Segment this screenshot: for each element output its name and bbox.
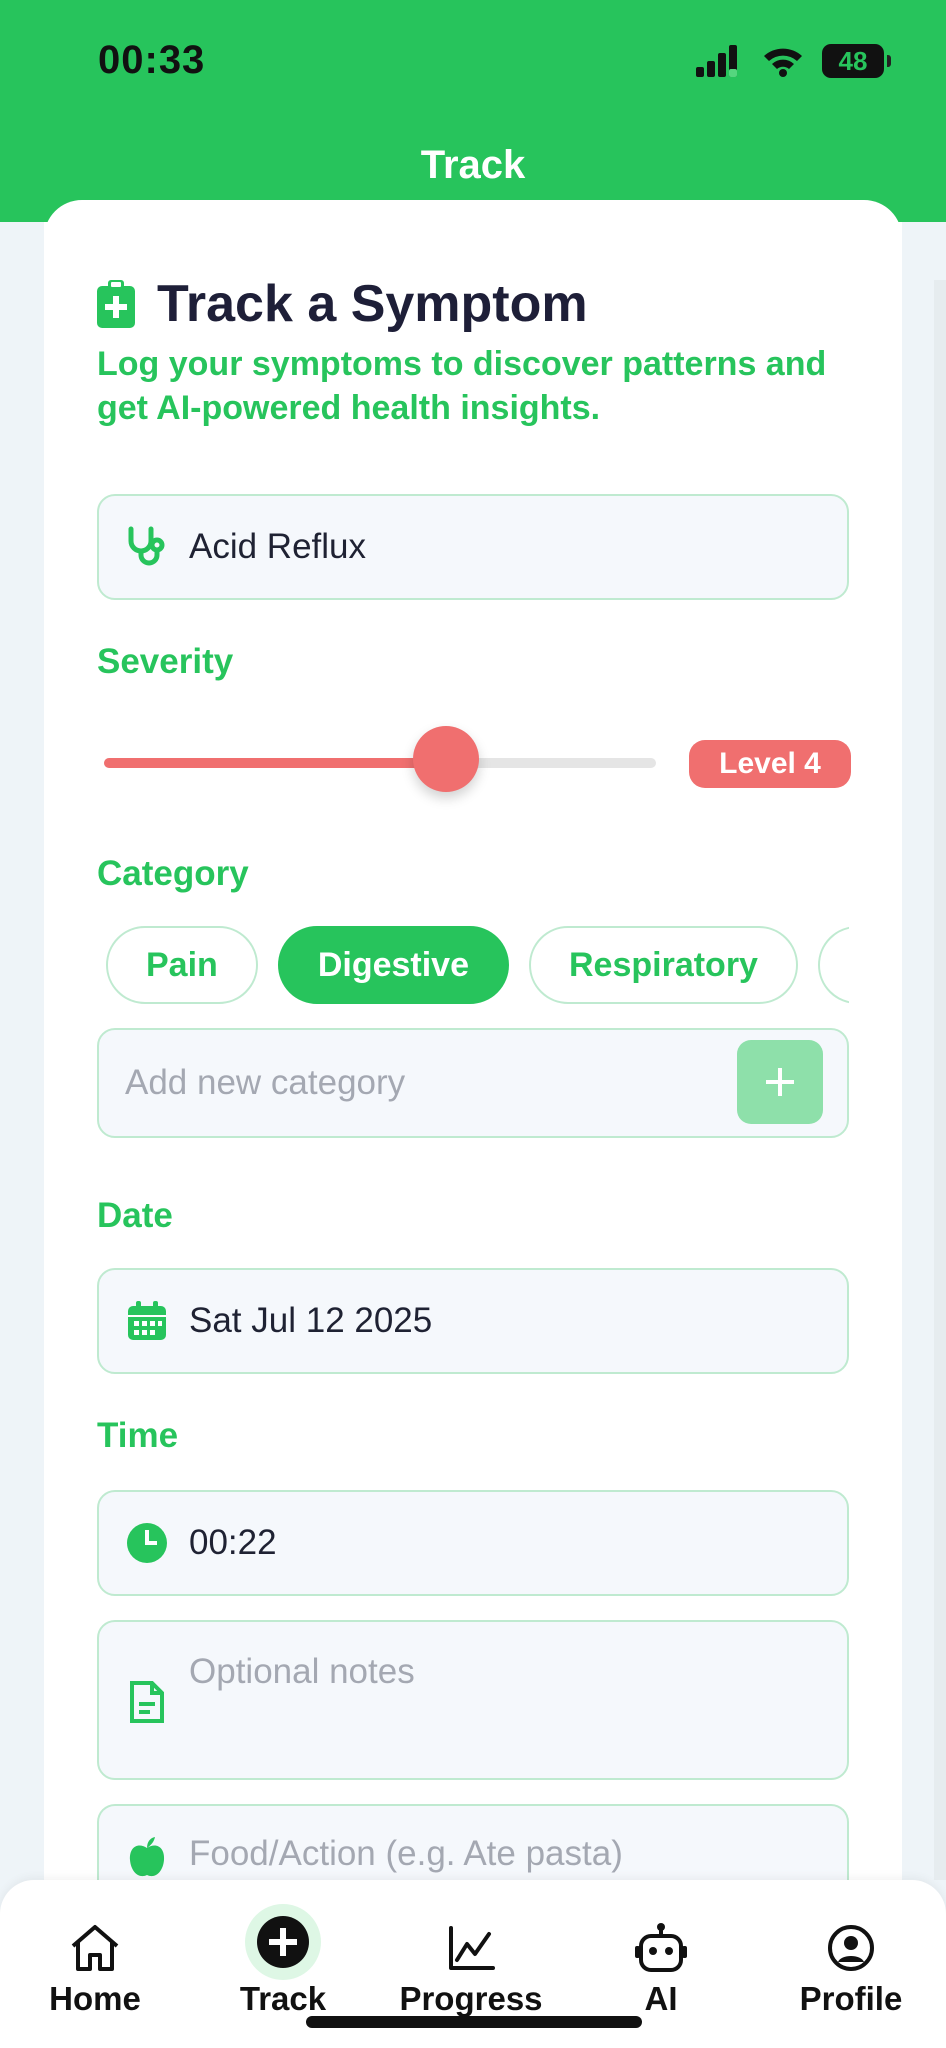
category-chip-respiratory[interactable]: Respiratory (529, 926, 798, 1004)
status-icons: 48 (696, 44, 891, 78)
home-indicator (306, 2016, 642, 2028)
food-action-placeholder: Food/Action (e.g. Ate pasta) (189, 1834, 623, 1873)
user-circle-icon (828, 1925, 874, 1971)
time-value: 00:22 (189, 1523, 277, 1562)
new-category-placeholder: Add new category (125, 1063, 406, 1102)
status-time: 00:33 (98, 38, 206, 82)
wifi-icon (764, 48, 802, 77)
tab-track-label: Track (239, 1980, 327, 2017)
tab-profile[interactable]: Profile (756, 1880, 946, 2048)
app-header: 00:33 48 Track (0, 0, 946, 222)
battery-icon: 48 (822, 44, 891, 78)
notes-placeholder: Optional notes (189, 1652, 415, 1691)
tab-ai-label: AI (644, 1980, 678, 2017)
clock-icon (125, 1522, 169, 1564)
category-chips: Pain Digestive Respiratory (106, 926, 849, 1006)
date-value: Sat Jul 12 2025 (189, 1301, 433, 1340)
tab-home[interactable]: Home (0, 1880, 190, 2048)
note-icon (125, 1680, 169, 1724)
category-label: Category (97, 854, 249, 893)
add-category-button[interactable] (737, 1040, 823, 1124)
notes-textarea[interactable]: Optional notes (97, 1620, 849, 1780)
page-subtitle: Log your symptoms to discover patterns a… (97, 345, 827, 427)
home-icon (71, 1925, 119, 1971)
severity-level-badge: Level 4 (689, 740, 851, 788)
date-picker[interactable]: Sat Jul 12 2025 (97, 1268, 849, 1374)
symptom-input[interactable]: Acid Reflux (97, 494, 849, 600)
track-symptom-card: Track a Symptom Log your symptoms to dis… (44, 200, 902, 1924)
category-chip-pain[interactable]: Pain (106, 926, 258, 1004)
tab-profile-label: Profile (799, 1980, 903, 2017)
category-chip-digestive[interactable]: Digestive (277, 926, 509, 1004)
card-header: Track a Symptom (97, 274, 588, 334)
time-picker[interactable]: 00:22 (97, 1490, 849, 1596)
stethoscope-icon (125, 525, 169, 569)
chart-line-icon (449, 1926, 495, 1970)
robot-icon (635, 1923, 687, 1972)
new-category-input[interactable]: Add new category (97, 1028, 849, 1138)
severity-slider-thumb[interactable] (413, 726, 479, 792)
scrollbar[interactable] (934, 280, 946, 1880)
severity-slider-fill (104, 758, 446, 768)
calendar-icon (125, 1300, 169, 1342)
time-label: Time (97, 1416, 179, 1455)
category-chip-more[interactable] (817, 926, 849, 1004)
nav-title: Track (420, 143, 526, 187)
date-label: Date (97, 1196, 173, 1235)
severity-label: Severity (97, 642, 234, 681)
apple-icon (125, 1836, 169, 1880)
plus-icon (766, 1068, 794, 1096)
severity-slider-track[interactable] (104, 758, 656, 768)
signal-icon (696, 45, 737, 77)
tab-progress-label: Progress (399, 1980, 543, 2017)
clipboard-plus-icon (97, 280, 135, 328)
page-title: Track a Symptom (157, 275, 588, 333)
tab-home-label: Home (49, 1980, 141, 2017)
add-circle-icon (257, 1916, 309, 1968)
symptom-value: Acid Reflux (189, 527, 367, 566)
